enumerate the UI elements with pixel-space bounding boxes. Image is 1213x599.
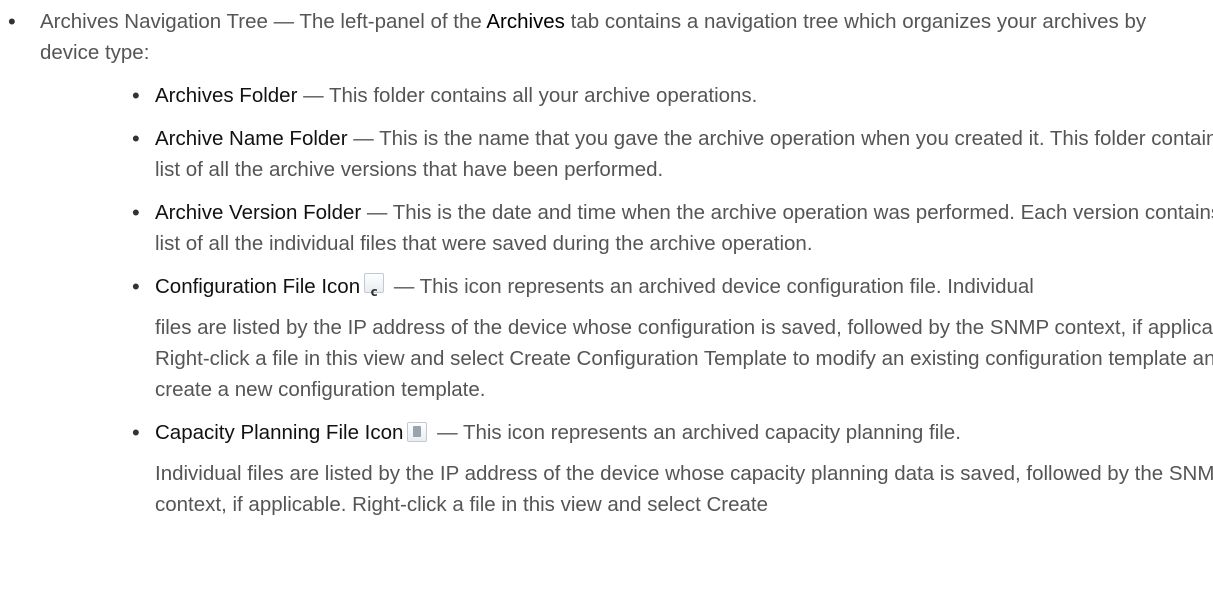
intro-term: Archives Navigation Tree — [40, 10, 268, 33]
document-body: • Archives Navigation Tree — The left-pa… — [0, 0, 1213, 532]
sublist: • Archives Folder — This folder contains… — [40, 80, 1213, 520]
list-item-archives-navigation-tree: • Archives Navigation Tree — The left-pa… — [0, 0, 1213, 520]
list-item-configuration-file-icon: • Configuration File Icon c — This icon r… — [40, 271, 1213, 405]
item-text: — This icon represents an archived capac… — [431, 421, 961, 444]
item-term: Configuration File Icon — [155, 275, 361, 298]
intro-text-before: — The left-panel of the — [267, 10, 487, 33]
item-term: Archive Name Folder — [155, 127, 348, 150]
capacity-planning-file-icon — [407, 422, 428, 442]
archives-tab-name: Archives — [486, 10, 565, 33]
list-item-archive-version-folder: • Archive Version Folder — This is the d… — [40, 197, 1213, 259]
list-item-archives-folder: • Archives Folder — This folder contains… — [40, 80, 1213, 111]
item-paragraph: Individual files are listed by the IP ad… — [155, 462, 1213, 516]
configuration-file-icon: c — [364, 273, 385, 299]
bullet: • — [132, 83, 140, 108]
item-paragraph: files are listed by the IP address of th… — [155, 316, 1213, 401]
list-item-archive-name-folder: • Archive Name Folder — This is the name… — [40, 123, 1213, 185]
bullet: • — [132, 420, 140, 445]
bullet: • — [132, 126, 140, 151]
bullet: • — [132, 200, 140, 225]
item-text: — This icon represents an archived devic… — [388, 275, 1034, 298]
item-term: Archive Version Folder — [155, 201, 362, 224]
list-item-capacity-planning-file-icon: • Capacity Planning File Icon — This ico… — [40, 417, 1213, 520]
bullet: • — [132, 274, 140, 299]
item-term: Archives Folder — [155, 84, 298, 107]
bullet: • — [8, 9, 16, 34]
item-term: Capacity Planning File Icon — [155, 421, 404, 444]
item-text: — This folder contains all your archive … — [297, 84, 758, 107]
